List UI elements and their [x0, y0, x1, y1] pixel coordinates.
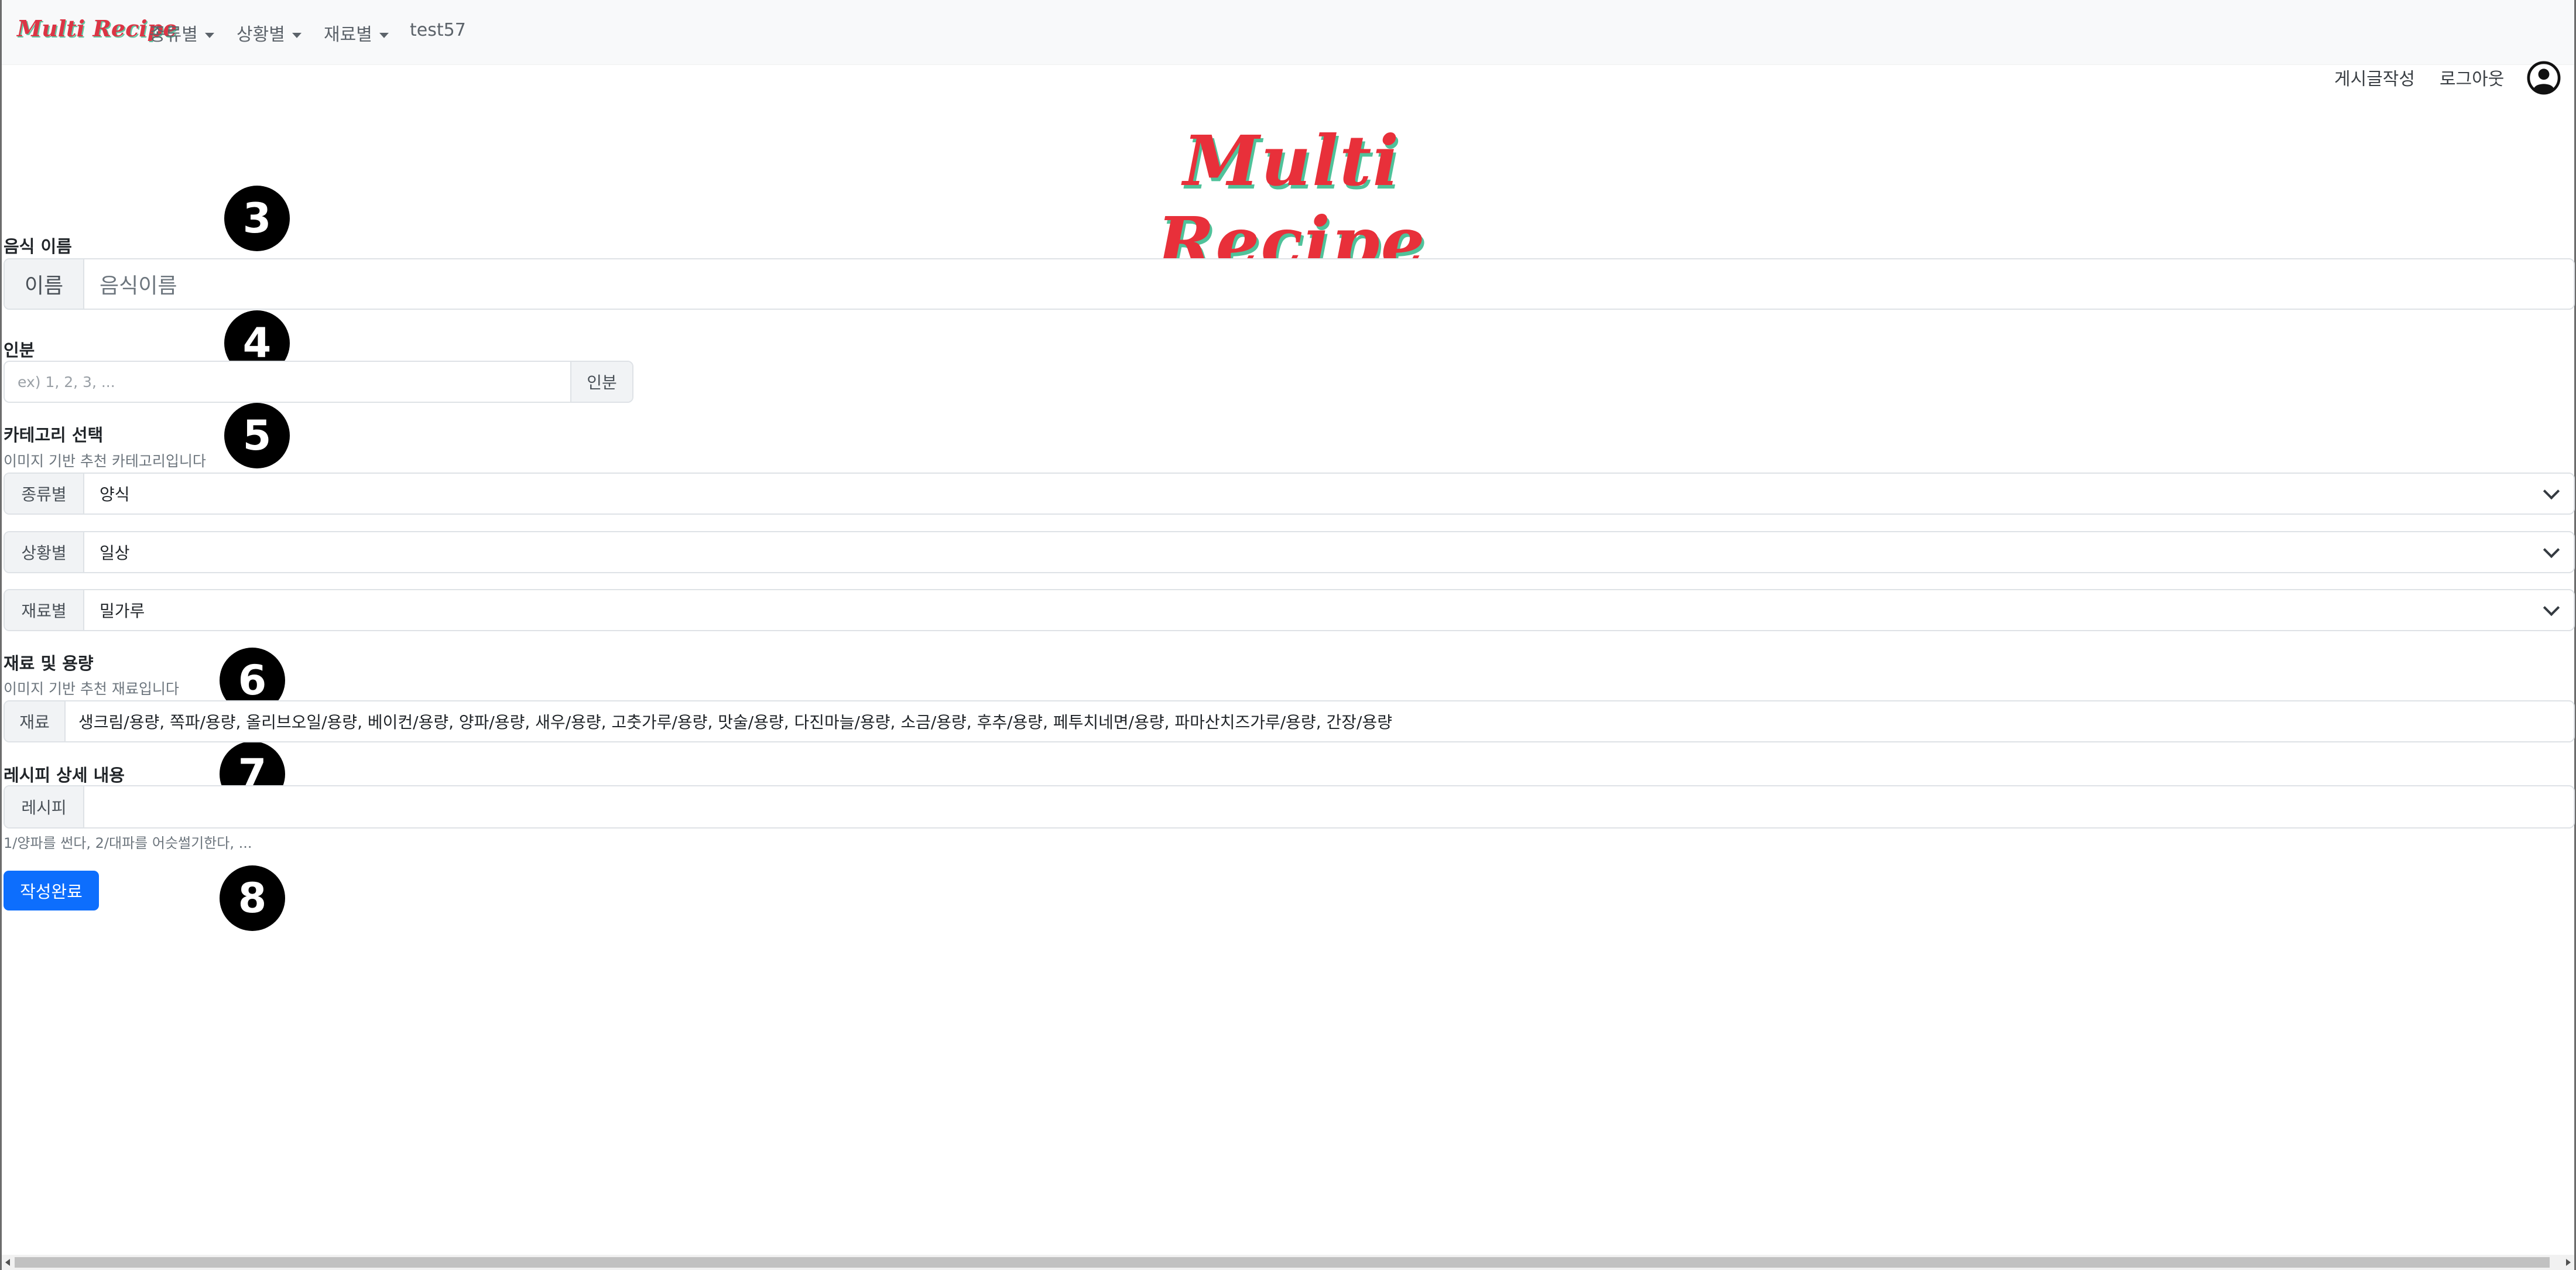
marker-badge: 3 — [224, 186, 290, 251]
scroll-left-arrow-icon[interactable] — [5, 1259, 10, 1266]
select-addon: 종류별 — [5, 474, 84, 514]
chevron-down-icon — [2543, 599, 2560, 617]
recipe-group: 레시피 — [4, 785, 2575, 829]
food-name-input[interactable]: 음식이름 — [84, 259, 2574, 309]
ingredients-label: 재료 및 용량 — [4, 653, 94, 673]
ingredients-input[interactable]: 생크림/용량, 쪽파/용량, 올리브오일/용량, 베이컨/용량, 양파/용량, … — [66, 701, 2574, 741]
nav-user-link[interactable]: test57 — [410, 20, 466, 40]
write-post-link[interactable]: 게시글작성 — [2334, 64, 2415, 90]
nav-dropdown-label: 재료별 — [324, 25, 372, 45]
user-profile-icon[interactable] — [2527, 61, 2561, 95]
situation-select[interactable]: 일상 — [84, 532, 2574, 572]
horizontal-scrollbar[interactable] — [2, 1255, 2574, 1270]
recipe-addon: 레시피 — [5, 786, 84, 827]
nav-dropdown-label: 상황별 — [237, 25, 285, 45]
food-name-label: 음식 이름 — [4, 237, 72, 256]
category-note: 이미지 기반 추천 카테고리입니다 — [4, 453, 206, 470]
nav-dropdown-ingredient[interactable]: 재료별 — [324, 20, 389, 46]
ingredients-group: 재료 생크림/용량, 쪽파/용량, 올리브오일/용량, 베이컨/용량, 양파/용… — [4, 700, 2575, 742]
chevron-down-icon — [2543, 541, 2560, 559]
name-addon: 이름 — [5, 259, 84, 309]
type-select[interactable]: 양식 — [84, 474, 2574, 514]
recipe-label: 레시피 상세 내용 — [4, 765, 125, 785]
category-select-group: 종류별 양식 — [4, 473, 2575, 515]
caret-down-icon — [292, 33, 302, 38]
ingredients-note: 이미지 기반 추천 재료입니다 — [4, 680, 179, 697]
marker-badge: 8 — [220, 865, 285, 931]
recipe-hint: 1/양파를 썬다, 2/대파를 어슷썰기한다, ... — [4, 835, 252, 851]
top-navbar: Multi Recipe 종류별 상황별 재료별 test57 — [2, 0, 2574, 65]
ingredient-category-select[interactable]: 밀가루 — [84, 590, 2574, 630]
nav-dropdown-type[interactable]: 종류별 — [149, 20, 214, 46]
select-addon: 상황별 — [5, 532, 84, 572]
submit-button[interactable]: 작성완료 — [4, 871, 99, 910]
marker-badge: 5 — [224, 403, 290, 468]
select-value: 일상 — [100, 543, 130, 563]
ingredients-addon: 재료 — [5, 701, 66, 741]
chevron-down-icon — [2543, 482, 2560, 500]
servings-addon: 인분 — [570, 362, 632, 402]
category-select-group: 재료별 밀가루 — [4, 589, 2575, 631]
logout-link[interactable]: 로그아웃 — [2440, 64, 2504, 90]
scroll-right-arrow-icon[interactable] — [2566, 1259, 2571, 1266]
caret-down-icon — [204, 33, 214, 38]
nav-dropdown-situation[interactable]: 상황별 — [237, 20, 302, 46]
recipe-input[interactable] — [84, 786, 2574, 827]
scrollbar-thumb[interactable] — [15, 1257, 2550, 1268]
select-value: 양식 — [100, 485, 130, 504]
food-name-group: 이름 음식이름 — [4, 258, 2575, 310]
select-addon: 재료별 — [5, 590, 84, 630]
nav-dropdown-label: 종류별 — [149, 25, 198, 45]
category-select-group: 상황별 일상 — [4, 531, 2575, 573]
servings-group: ex) 1, 2, 3, ... 인분 — [4, 361, 633, 403]
caret-down-icon — [379, 33, 389, 38]
servings-label: 인분 — [4, 340, 35, 360]
select-value: 밀가루 — [100, 601, 145, 621]
servings-input[interactable]: ex) 1, 2, 3, ... — [5, 362, 570, 402]
category-label: 카테고리 선택 — [4, 425, 104, 445]
